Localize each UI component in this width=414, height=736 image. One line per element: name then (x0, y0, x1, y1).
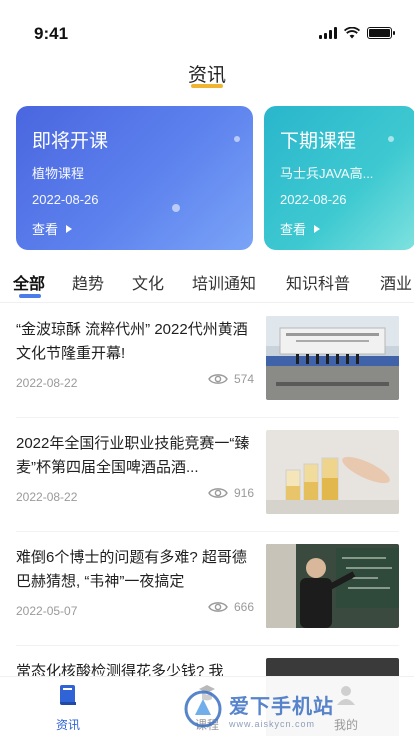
title-underline (191, 84, 223, 88)
card-subtitle: 马士兵JAVA高... (280, 166, 374, 181)
news-item[interactable]: 难倒6个博士的问题有多难? 超哥德巴赫猜想, “韦神”一夜搞定 2022-05-… (0, 532, 414, 646)
news-title: “金波琼酥 流粹代州” 2022代州黄酒文化节隆重开幕! (16, 321, 248, 362)
eye-icon (208, 374, 228, 384)
news-date: 2022-08-22 (16, 490, 78, 504)
news-views: 574 (208, 372, 254, 386)
card-next-course[interactable]: 下期课程 马士兵JAVA高... 2022-08-26 查看 (264, 106, 414, 250)
active-tab-indicator (19, 294, 41, 298)
eye-icon (208, 488, 228, 498)
view-count: 574 (234, 372, 255, 386)
battery-icon (367, 27, 395, 39)
tab-science[interactable]: 知识科普 (286, 266, 350, 298)
nav-label: 资讯 (55, 718, 80, 732)
card-heading: 下期课程 (280, 131, 357, 152)
card-more-link[interactable]: 查看 (32, 219, 73, 238)
tabs-divider (0, 302, 414, 303)
card-more-label: 查看 (32, 222, 59, 237)
tab-training-notice[interactable]: 培训通知 (192, 266, 256, 298)
tab-liquor-industry[interactable]: 酒业 (380, 266, 412, 298)
card-subtitle: 植物课程 (32, 166, 85, 181)
wifi-icon (344, 27, 360, 39)
category-tabs: 全部 趋势 文化 培训通知 知识科普 酒业 (0, 262, 414, 302)
news-title: 2022年全国行业职业技能竞赛一“臻麦”杯第四届全国啤酒品酒... (16, 435, 250, 476)
news-title: 难倒6个博士的问题有多难? 超哥德巴赫猜想, “韦神”一夜搞定 (16, 549, 247, 590)
site-watermark: 爱下手机站 www.aiskycn.com (183, 686, 408, 732)
view-count: 666 (234, 600, 255, 614)
watermark-logo-icon (184, 690, 222, 728)
news-book-icon (60, 685, 76, 705)
play-arrow-icon (66, 224, 73, 233)
nav-news[interactable]: 资讯 (28, 683, 108, 733)
news-date: 2022-08-22 (16, 376, 78, 390)
card-date: 2022-08-26 (32, 192, 99, 207)
card-heading: 即将开课 (32, 131, 109, 152)
card-date: 2022-08-26 (280, 192, 347, 207)
page-title: 资讯 (187, 65, 226, 86)
play-arrow-icon (314, 224, 321, 233)
decor-dot (234, 136, 240, 142)
card-upcoming-course[interactable]: 即将开课 植物课程 2022-08-26 查看 (16, 106, 253, 250)
tab-trend[interactable]: 趋势 (72, 266, 104, 298)
signal-icon (319, 27, 337, 39)
news-date: 2022-05-07 (16, 604, 78, 618)
lecturer-blackboard-photo (266, 544, 399, 628)
status-bar: 9:41 (0, 0, 414, 44)
news-views: 916 (208, 486, 254, 500)
news-item[interactable]: “金波琼酥 流粹代州” 2022代州黄酒文化节隆重开幕! 2022-08-22 … (0, 304, 414, 418)
event-stage-photo (266, 316, 399, 400)
status-time: 9:41 (34, 24, 69, 43)
beer-glasses-photo (266, 430, 399, 514)
status-icons (319, 27, 395, 39)
decor-dot (388, 136, 394, 142)
tab-culture[interactable]: 文化 (132, 266, 164, 298)
news-views: 666 (208, 600, 254, 614)
card-more-link[interactable]: 查看 (280, 219, 321, 238)
watermark-main: 爱下手机站 (229, 695, 334, 718)
eye-icon (208, 602, 228, 612)
watermark-sub: www.aiskycn.com (229, 718, 316, 729)
view-count: 916 (234, 486, 255, 500)
card-more-label: 查看 (280, 222, 307, 237)
news-item[interactable]: 2022年全国行业职业技能竞赛一“臻麦”杯第四届全国啤酒品酒... 2022-0… (0, 418, 414, 532)
